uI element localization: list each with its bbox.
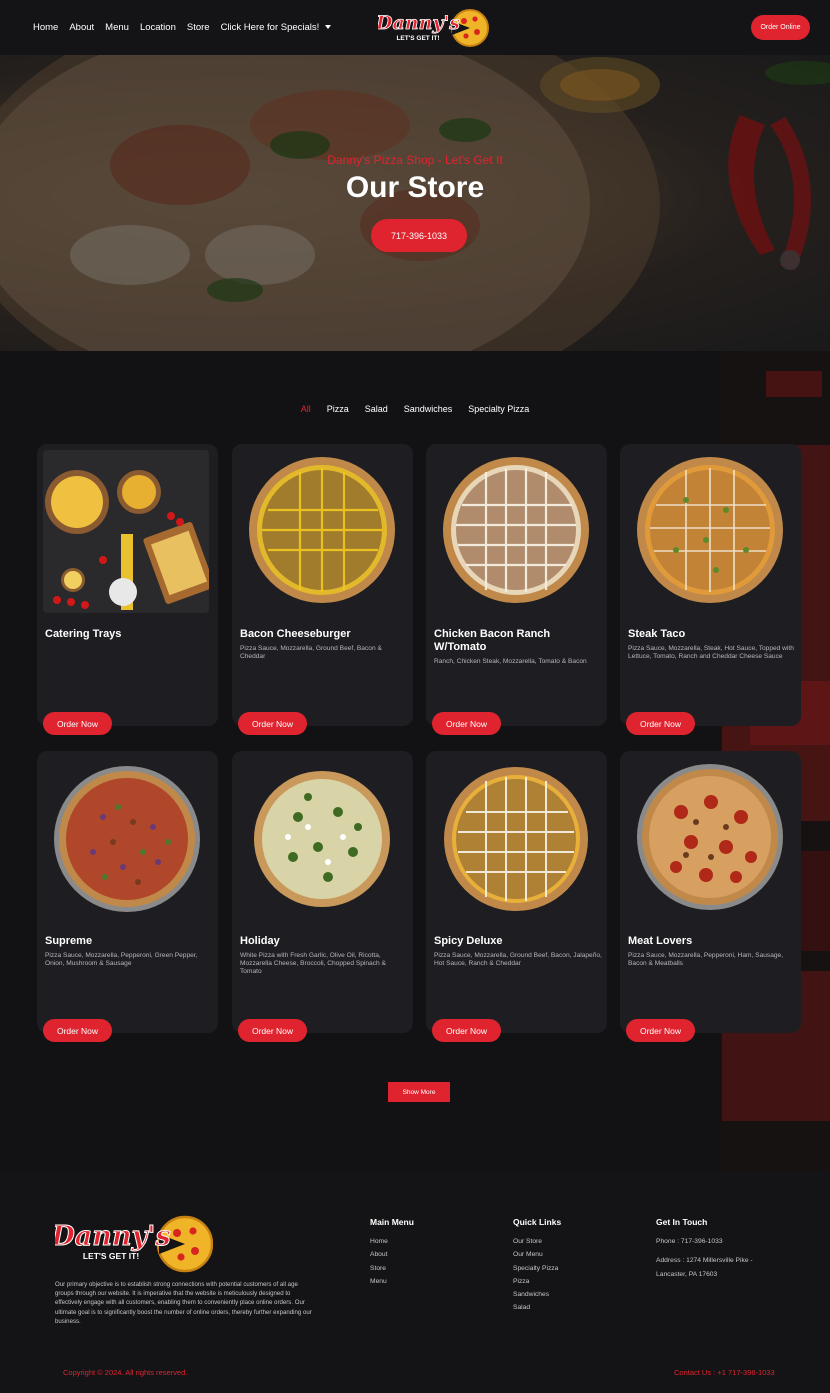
footer-link-home[interactable]: Home <box>370 1235 414 1248</box>
nav-specials[interactable]: Click Here for Specials! <box>221 22 332 33</box>
product-name: Steak Taco <box>628 628 686 640</box>
product-description: Pizza Sauce, Mozzarella, Ground Beef, Ba… <box>240 645 382 660</box>
order-now-button[interactable]: Order Now <box>626 1019 695 1042</box>
bacon-cheeseburger-pizza-image <box>249 457 395 603</box>
product-card-bacon-cheeseburger: Bacon Cheeseburger Pizza Sauce, Mozzarel… <box>232 444 413 735</box>
site-header: Home About Menu Location Store Click Her… <box>0 0 830 55</box>
footer-link-salad[interactable]: Salad <box>513 1301 561 1314</box>
product-name: Chicken Bacon Ranch W/Tomato <box>434 628 551 653</box>
danny-logo[interactable]: Danny's LET'S GET IT! <box>378 7 490 49</box>
footer-link-our-menu[interactable]: Our Menu <box>513 1248 561 1261</box>
footer-link-about[interactable]: About <box>370 1248 414 1261</box>
nav-specials-label: Click Here for Specials! <box>220 22 320 33</box>
footer-link-pizza[interactable]: Pizza <box>513 1275 561 1288</box>
footer-contact-title: Get In Touch <box>656 1217 708 1227</box>
footer-phone[interactable]: Phone : 717-396-1033 <box>656 1235 753 1248</box>
footer-link-specialty-pizza[interactable]: Specialty Pizza <box>513 1262 561 1275</box>
hero-banner: Danny's Pizza Shop - Let's Get It Our St… <box>0 55 830 351</box>
product-card-chicken-bacon-ranch: Chicken Bacon Ranch W/Tomato Ranch, Chic… <box>426 444 607 735</box>
chicken-bacon-ranch-pizza-image <box>443 457 589 603</box>
footer-contact: Get In Touch Phone : 717-396-1033 Addres… <box>656 1217 753 1281</box>
nav-home[interactable]: Home <box>33 22 58 33</box>
nav-about[interactable]: About <box>69 22 94 33</box>
product-name: Catering Trays <box>45 628 122 640</box>
contact-us-link[interactable]: Contact Us : +1 717-396-1033 <box>674 1368 775 1377</box>
filter-sandwiches[interactable]: Sandwiches <box>404 404 453 414</box>
product-card-steak-taco: Steak Taco Pizza Sauce, Mozzarella, Stea… <box>620 444 801 735</box>
copyright-text: Copyright © 2024. All rights reserved. <box>63 1368 188 1377</box>
order-now-button[interactable]: Order Now <box>43 712 112 735</box>
product-card-supreme: Supreme Pizza Sauce, Mozzarella, Peppero… <box>37 751 218 1042</box>
product-description: Pizza Sauce, Mozzarella, Pepperoni, Ham,… <box>628 952 784 967</box>
product-name: Bacon Cheeseburger <box>240 628 351 640</box>
footer-main-menu: Main Menu Home About Store Menu <box>370 1217 414 1288</box>
main-nav: Home About Menu Location Store Click Her… <box>33 0 332 55</box>
product-name: Supreme <box>45 935 93 947</box>
footer-quick-links: Quick Links Our Store Our Menu Specialty… <box>513 1217 561 1315</box>
category-filters: All Pizza Salad Sandwiches Specialty Piz… <box>0 404 830 414</box>
meat-lovers-pizza-image <box>637 764 783 910</box>
site-footer: Danny's LET'S GET IT! Our primary object… <box>0 1171 830 1393</box>
filter-pizza[interactable]: Pizza <box>327 404 349 414</box>
holiday-pizza-image <box>254 771 390 907</box>
catering-trays-image <box>43 450 209 613</box>
product-description: White Pizza with Fresh Garlic, Olive Oil… <box>240 952 386 975</box>
nav-location[interactable]: Location <box>140 22 176 33</box>
nav-menu[interactable]: Menu <box>105 22 129 33</box>
filter-specialty-pizza[interactable]: Specialty Pizza <box>468 404 529 414</box>
footer-address-line2: Lancaster, PA 17603 <box>656 1270 718 1278</box>
phone-call-button[interactable]: 717-396-1033 <box>371 219 467 252</box>
chevron-down-icon <box>325 25 332 30</box>
product-description: Pizza Sauce, Mozzarella, Steak, Hot Sauc… <box>628 645 794 660</box>
product-name: Meat Lovers <box>628 935 693 947</box>
footer-about-text: Our primary objective is to establish st… <box>55 1281 312 1325</box>
filter-all[interactable]: All <box>301 404 311 414</box>
product-description: Pizza Sauce, Mozzarella, Pepperoni, Gree… <box>45 952 198 967</box>
footer-quick-links-title: Quick Links <box>513 1217 562 1227</box>
product-card-spicy-deluxe: Spicy Deluxe Pizza Sauce, Mozzarella, Gr… <box>426 751 607 1042</box>
page-title: Our Store <box>345 171 485 204</box>
footer-link-menu[interactable]: Menu <box>370 1275 414 1288</box>
product-name: Spicy Deluxe <box>434 935 503 947</box>
footer-logo[interactable]: Danny's LET'S GET IT! <box>55 1213 213 1275</box>
nav-store[interactable]: Store <box>187 22 210 33</box>
supreme-pizza-image <box>54 766 200 912</box>
product-card-meat-lovers: Meat Lovers Pizza Sauce, Mozzarella, Pep… <box>620 751 801 1042</box>
footer-main-menu-title: Main Menu <box>370 1217 414 1227</box>
spicy-deluxe-pizza-image <box>444 767 588 911</box>
order-now-button[interactable]: Order Now <box>238 1019 307 1042</box>
product-description: Pizza Sauce, Mozzarella, Ground Beef, Ba… <box>434 952 602 967</box>
logo-wordmark: Danny's <box>378 12 460 34</box>
filter-salad[interactable]: Salad <box>365 404 388 414</box>
footer-link-store[interactable]: Store <box>370 1262 414 1275</box>
order-online-button[interactable]: Order Online <box>751 15 810 40</box>
product-card-catering-trays: Catering Trays Order Now <box>37 444 218 735</box>
footer-logo-wordmark: Danny's <box>55 1221 171 1252</box>
order-now-button[interactable]: Order Now <box>238 712 307 735</box>
product-card-holiday: Holiday White Pizza with Fresh Garlic, O… <box>232 751 413 1042</box>
footer-link-sandwiches[interactable]: Sandwiches <box>513 1288 561 1301</box>
product-name: Holiday <box>240 935 280 947</box>
footer-logo-tagline: LET'S GET IT! <box>83 1251 139 1261</box>
steak-taco-pizza-image <box>637 457 783 603</box>
menu-section: All Pizza Salad Sandwiches Specialty Piz… <box>0 351 830 1171</box>
show-more-button[interactable]: Show More <box>388 1082 450 1102</box>
order-now-button[interactable]: Order Now <box>626 712 695 735</box>
footer-address-line1: Address : 1274 Millersville Pike - <box>656 1257 753 1265</box>
logo-tagline: LET'S GET IT! <box>396 35 439 42</box>
order-now-button[interactable]: Order Now <box>432 712 501 735</box>
hero-subtitle: Danny's Pizza Shop - Let's Get It <box>327 153 503 167</box>
footer-link-our-store[interactable]: Our Store <box>513 1235 561 1248</box>
order-now-button[interactable]: Order Now <box>43 1019 112 1042</box>
product-description: Ranch, Chicken Steak, Mozzarella, Tomato… <box>434 658 587 665</box>
order-now-button[interactable]: Order Now <box>432 1019 501 1042</box>
